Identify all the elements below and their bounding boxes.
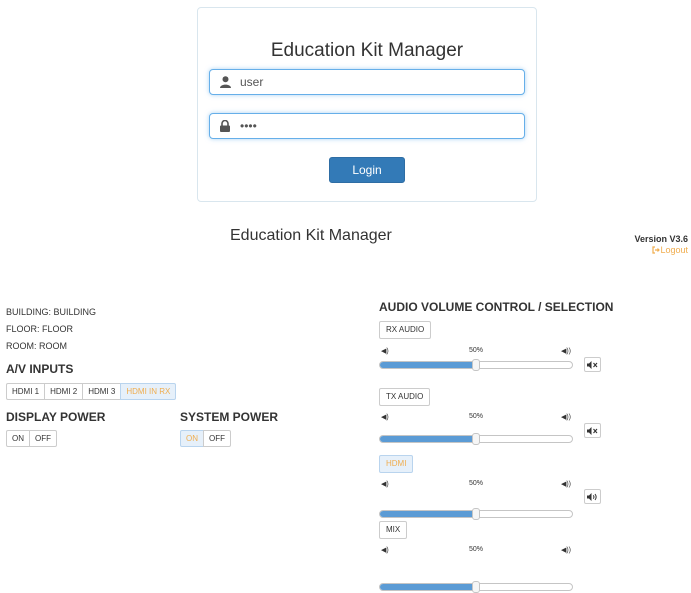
volume-labels-mix: ◀) 50% ◀)) (379, 546, 573, 556)
audio-channel-tx: TX AUDIO (379, 386, 431, 406)
floor-label: FLOOR: FLOOR (6, 324, 74, 334)
login-button[interactable]: Login (329, 157, 405, 183)
input-hdmi2-button[interactable]: HDMI 2 (44, 383, 84, 400)
volume-slider-tx[interactable] (379, 433, 573, 445)
volume-handle[interactable] (472, 581, 480, 593)
volume-high-icon: ◀)) (560, 414, 571, 421)
volume-fill (380, 436, 476, 442)
volume-fill (380, 511, 476, 517)
volume-percent: 50% (469, 347, 484, 354)
volume-low-icon: ◀) (381, 414, 389, 421)
volume-percent: 50% (469, 480, 484, 487)
volume-percent: 50% (469, 546, 484, 553)
volume-percent: 50% (469, 413, 484, 420)
volume-fill (380, 362, 476, 368)
login-card: Education Kit Manager Login (197, 7, 537, 202)
volume-low-icon: ◀) (381, 348, 389, 355)
av-inputs-group: HDMI 1 HDMI 2 HDMI 3 HDMI IN RX (6, 383, 177, 400)
mute-button-hdmi[interactable] (584, 489, 601, 504)
logout-link[interactable]: Logout (652, 245, 688, 256)
login-title: Education Kit Manager (270, 40, 464, 61)
tx-audio-button[interactable]: TX AUDIO (379, 387, 431, 406)
volume-up-icon (587, 488, 598, 506)
volume-labels-hdmi: ◀) 50% ◀)) (379, 480, 573, 490)
input-hdmi3-button[interactable]: HDMI 3 (82, 383, 122, 400)
volume-labels-tx: ◀) 50% ◀)) (379, 413, 573, 423)
volume-handle[interactable] (472, 359, 480, 371)
display-power-off-button[interactable]: OFF (29, 430, 57, 447)
app-subtitle: Education Kit Manager (230, 227, 392, 244)
input-hdmi1-button[interactable]: HDMI 1 (6, 383, 46, 400)
volume-mute-icon (587, 356, 598, 374)
version-label: Version V3.6 (634, 234, 688, 244)
volume-handle[interactable] (472, 508, 480, 520)
input-hdmi-in-rx-button[interactable]: HDMI IN RX (120, 383, 177, 400)
system-power-off-button[interactable]: OFF (203, 430, 231, 447)
display-power-on-button[interactable]: ON (6, 430, 30, 447)
username-field[interactable] (209, 69, 525, 95)
volume-low-icon: ◀) (381, 547, 389, 554)
hdmi-audio-button[interactable]: HDMI (379, 454, 414, 473)
building-label: BUILDING: BUILDING (6, 307, 97, 317)
audio-channel-mix: MIX (379, 519, 408, 539)
volume-slider-hdmi[interactable] (379, 508, 573, 520)
audio-channel-hdmi: HDMI (379, 453, 414, 473)
volume-fill (380, 584, 476, 590)
system-power-on-button[interactable]: ON (180, 430, 204, 447)
system-power-heading: SYSTEM POWER (180, 410, 279, 424)
user-icon (210, 76, 240, 88)
mute-button-rx[interactable] (584, 357, 601, 372)
lock-icon (210, 120, 240, 132)
logout-label: Logout (660, 245, 688, 255)
username-input[interactable] (240, 75, 510, 89)
system-power-group: ON OFF (180, 430, 231, 447)
room-label: ROOM: ROOM (6, 341, 67, 351)
volume-slider-rx[interactable] (379, 359, 573, 371)
volume-low-icon: ◀) (381, 481, 389, 488)
volume-mute-icon (587, 422, 598, 440)
volume-labels-rx: ◀) 50% ◀)) (379, 347, 573, 357)
volume-high-icon: ◀)) (560, 547, 571, 554)
volume-high-icon: ◀)) (560, 348, 571, 355)
audio-channel-rx: RX AUDIO (379, 319, 432, 339)
volume-slider-mix[interactable] (379, 581, 573, 593)
av-inputs-heading: A/V INPUTS (6, 362, 74, 376)
mix-audio-button[interactable]: MIX (379, 520, 408, 539)
display-power-group: ON OFF (6, 430, 57, 447)
rx-audio-button[interactable]: RX AUDIO (379, 320, 432, 339)
mute-button-tx[interactable] (584, 423, 601, 438)
display-power-heading: DISPLAY POWER (6, 410, 106, 424)
password-field[interactable] (209, 113, 525, 139)
password-input[interactable] (240, 119, 510, 133)
volume-high-icon: ◀)) (560, 481, 571, 488)
volume-handle[interactable] (472, 433, 480, 445)
audio-heading: AUDIO VOLUME CONTROL / SELECTION (379, 300, 614, 314)
